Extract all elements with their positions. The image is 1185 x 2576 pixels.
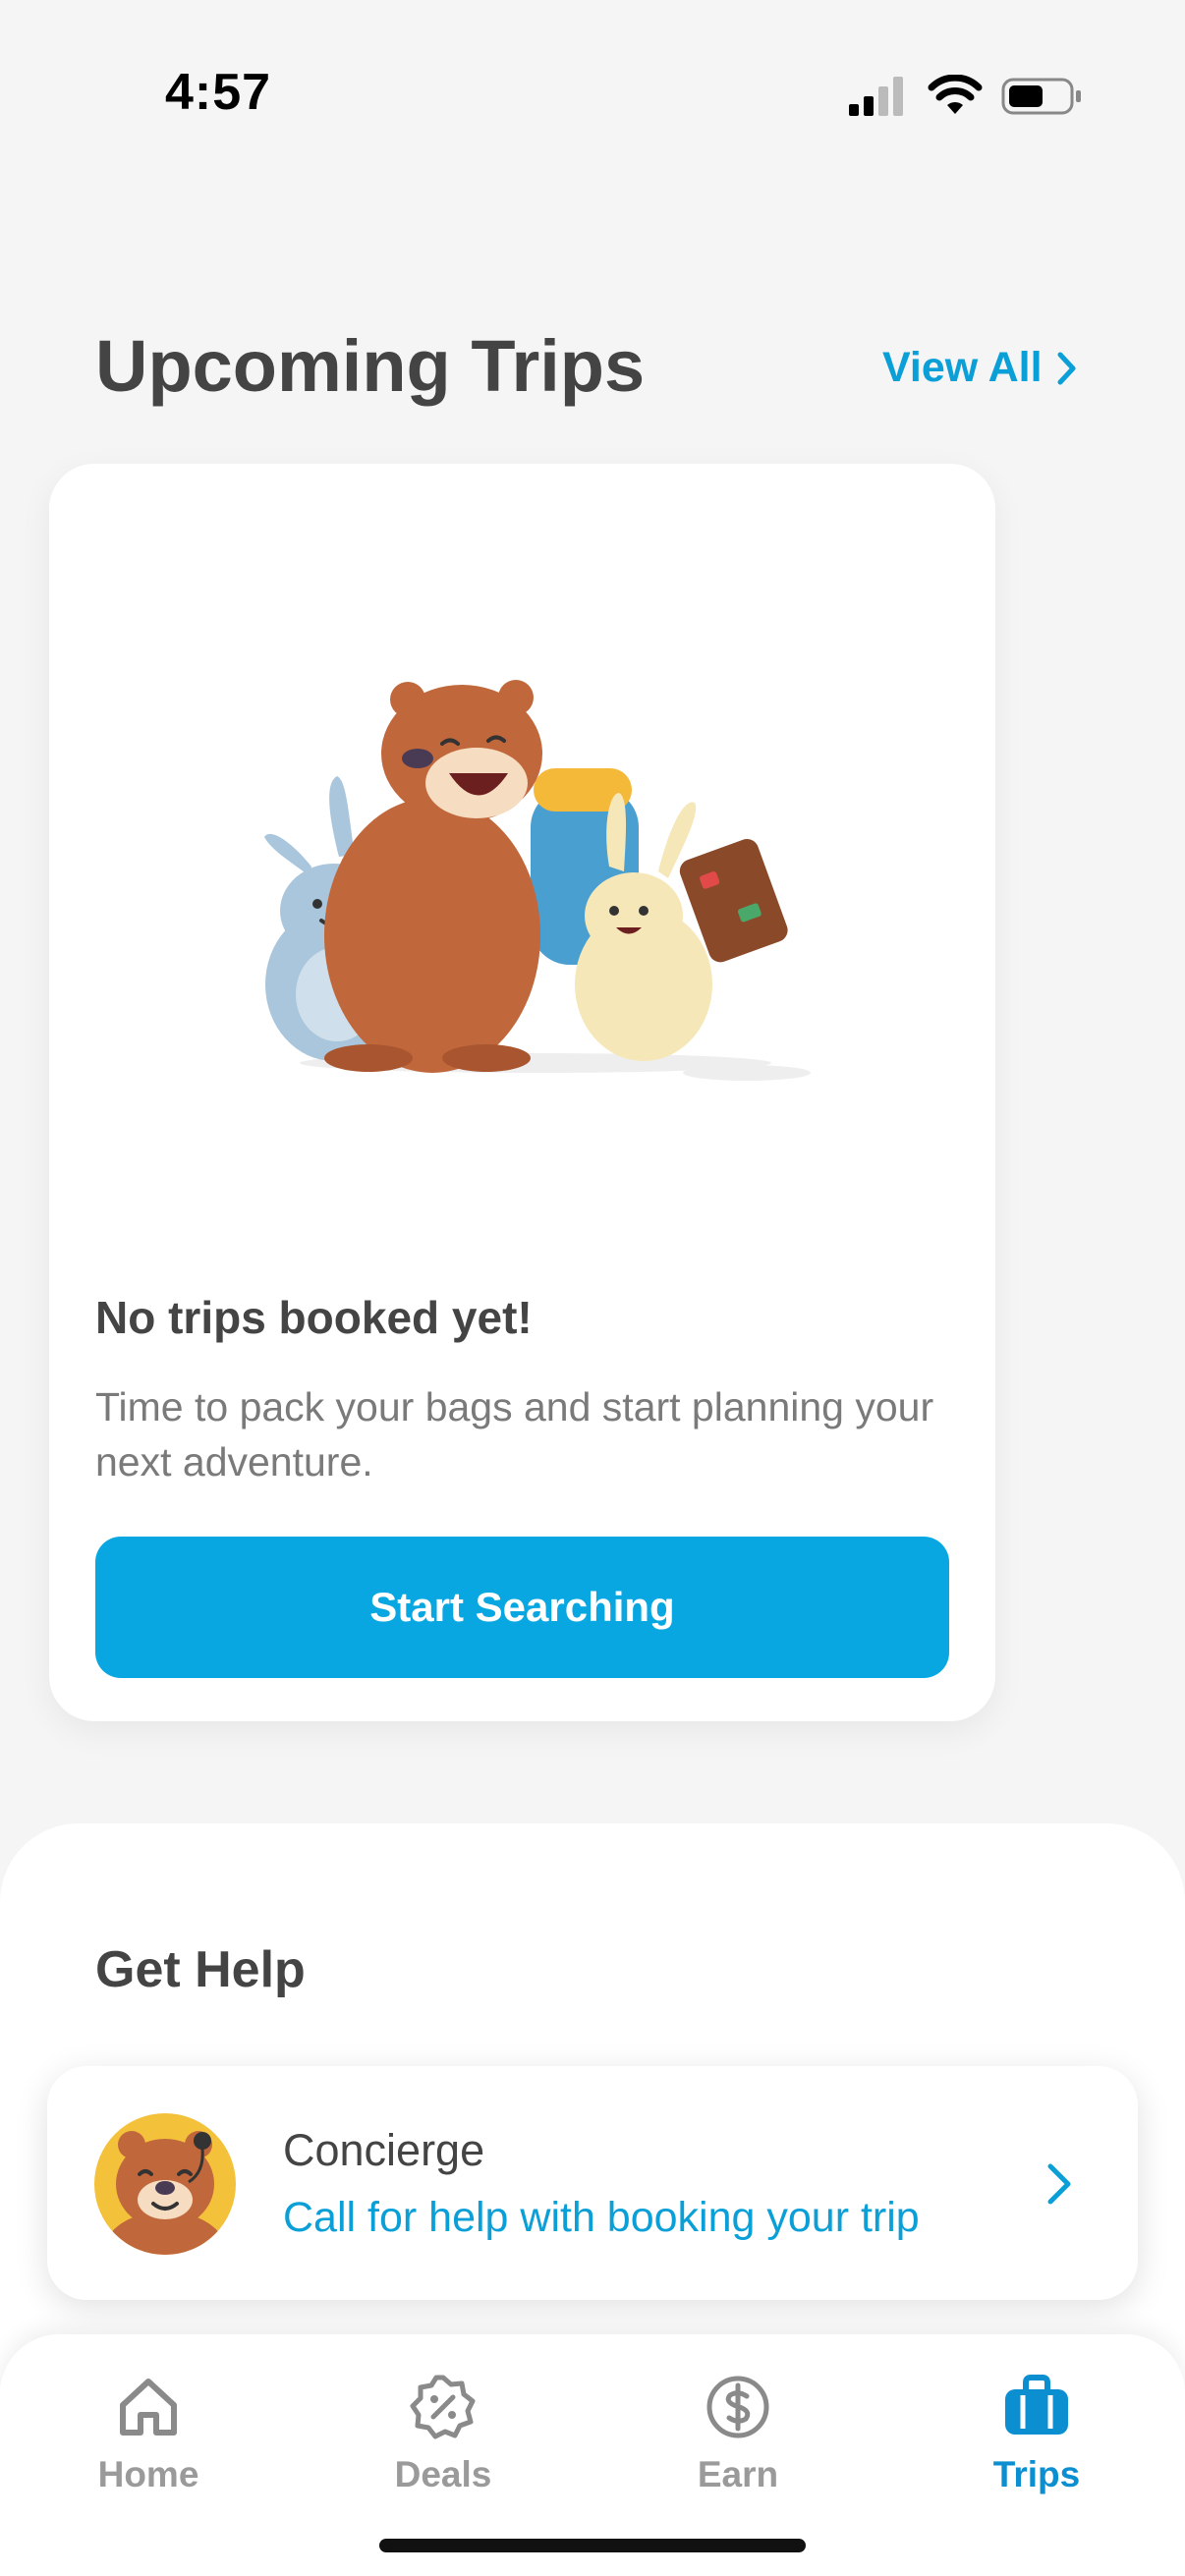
tab-home[interactable]: Home: [30, 2372, 266, 2495]
battery-icon: [1001, 78, 1081, 115]
concierge-title: Concierge: [283, 2125, 485, 2175]
status-time: 4:57: [165, 64, 272, 121]
concierge-bear-avatar: [94, 2113, 236, 2255]
tab-trips[interactable]: Trips: [919, 2372, 1155, 2495]
dollar-circle-icon: [706, 2376, 769, 2438]
chevron-right-icon: [1057, 352, 1076, 384]
concierge-subtitle: Call for help with booking your trip: [283, 2194, 920, 2241]
tab-earn-label: Earn: [697, 2454, 779, 2494]
tab-deals-label: Deals: [394, 2454, 492, 2494]
tab-deals[interactable]: Deals: [325, 2372, 561, 2495]
cellular-signal-icon: [849, 77, 903, 116]
empty-state-subtitle: Time to pack your bags and start plannin…: [95, 1384, 934, 1484]
suitcase-icon: [1005, 2375, 1068, 2435]
wifi-icon: [928, 75, 983, 114]
travel-mascots-illustration: [264, 680, 811, 1081]
view-all-label: View All: [882, 344, 1043, 391]
chevron-right-icon: [1047, 2163, 1071, 2205]
view-all-link[interactable]: View All: [882, 344, 1078, 392]
home-icon: [120, 2379, 177, 2436]
concierge-card[interactable]: Concierge Call for help with booking you…: [47, 2066, 1138, 2300]
tab-home-label: Home: [97, 2454, 199, 2494]
upcoming-trips-card: No trips booked yet! Time to pack your b…: [49, 464, 995, 1721]
tab-earn[interactable]: Earn: [620, 2372, 856, 2495]
badge-percent-icon: [410, 2375, 476, 2439]
status-bar: 4:57: [0, 0, 1185, 196]
home-indicator[interactable]: [379, 2539, 806, 2552]
empty-state-title: No trips booked yet!: [95, 1292, 533, 1343]
tab-trips-label: Trips: [992, 2454, 1081, 2494]
help-title: Get Help: [95, 1941, 306, 1998]
page-title: Upcoming Trips: [95, 325, 646, 407]
start-searching-button[interactable]: Start Searching: [95, 1537, 949, 1678]
